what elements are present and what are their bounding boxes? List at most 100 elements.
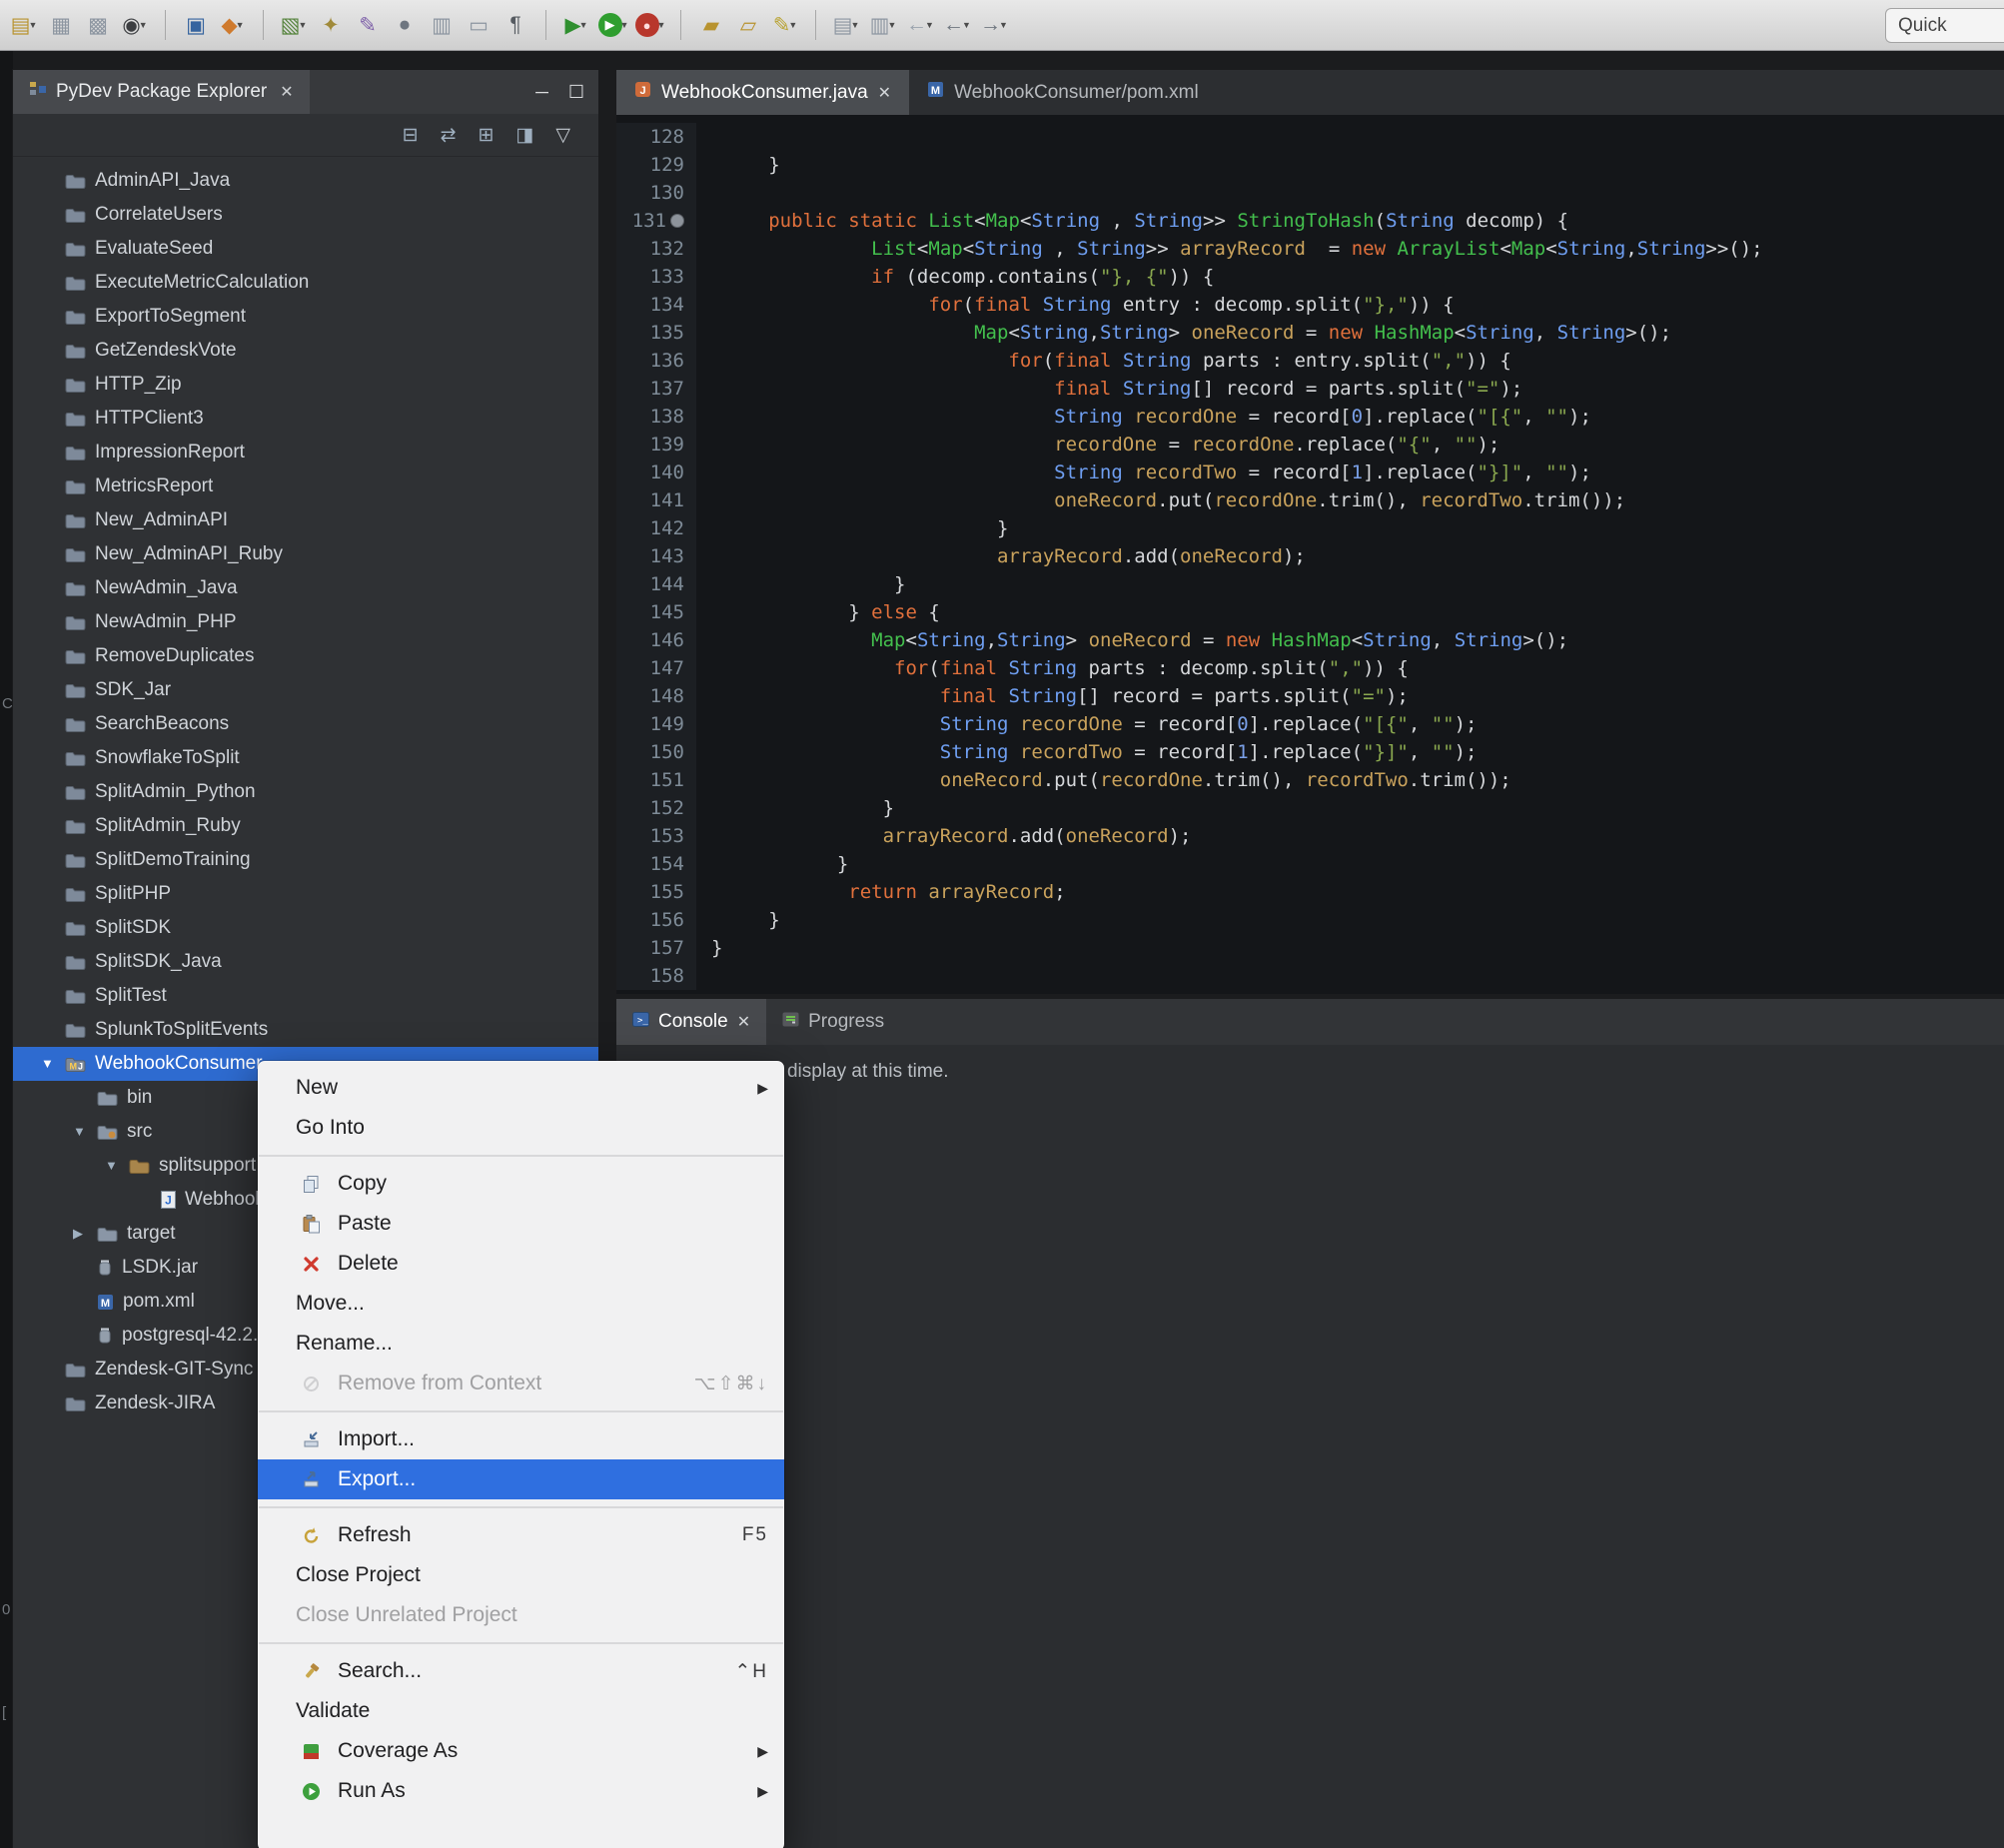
save-all-icon[interactable]: ▩ <box>82 8 114 42</box>
console-view-icon[interactable]: ▣ <box>180 8 212 42</box>
tree-item-new-adminapi[interactable]: New_AdminAPI <box>13 503 598 537</box>
new-wizard-icon[interactable]: ▤▼ <box>8 8 40 42</box>
expanded-arrow-icon[interactable]: ▼ <box>41 1056 54 1071</box>
tab-pydev-package-explorer[interactable]: PyDev Package Explorer ✕ <box>13 70 310 114</box>
menu-item-rename[interactable]: Rename... <box>258 1324 784 1364</box>
tree-item-httpclient3[interactable]: HTTPClient3 <box>13 402 598 436</box>
tree-item-executemetriccalculation[interactable]: ExecuteMetricCalculation <box>13 266 598 300</box>
code-line[interactable]: 135 Map<String,String> oneRecord = new H… <box>616 319 2004 347</box>
save-icon[interactable]: ▦ <box>45 8 77 42</box>
close-icon[interactable]: ✕ <box>878 83 891 103</box>
dropdown-arrow-icon[interactable]: ▼ <box>962 20 971 30</box>
dropdown-arrow-icon[interactable]: ▼ <box>579 20 588 30</box>
tree-item-newadmin-java[interactable]: NewAdmin_Java <box>13 571 598 605</box>
dropdown-arrow-icon[interactable]: ▼ <box>887 20 896 30</box>
menu-item-run-as[interactable]: Run As▶ <box>258 1771 784 1811</box>
menu-item-delete[interactable]: Delete <box>258 1244 784 1284</box>
maven-build-icon[interactable]: ◆▼ <box>217 8 249 42</box>
code-line[interactable]: 132 List<Map<String , String>> arrayReco… <box>616 235 2004 263</box>
dropdown-arrow-icon[interactable]: ▼ <box>925 20 934 30</box>
code-line[interactable]: 143 arrayRecord.add(oneRecord); <box>616 542 2004 570</box>
dropdown-arrow-icon[interactable]: ▼ <box>788 20 797 30</box>
code-line[interactable]: 139 recordOne = recordOne.replace("{", "… <box>616 431 2004 459</box>
tree-item-exporttosegment[interactable]: ExportToSegment <box>13 300 598 334</box>
search-flashlight-icon[interactable]: ✦ <box>315 8 347 42</box>
highlighter-icon[interactable]: ✎▼ <box>769 8 801 42</box>
code-line[interactable]: 136 for(final String parts : entry.split… <box>616 347 2004 375</box>
tree-item-splunktosplitevents[interactable]: SplunkToSplitEvents <box>13 1013 598 1047</box>
menu-item-copy[interactable]: Copy <box>258 1164 784 1204</box>
code-line[interactable]: 130 <box>616 179 2004 207</box>
menu-item-new[interactable]: New▶ <box>258 1068 784 1108</box>
close-icon[interactable]: ✕ <box>280 82 293 102</box>
menu-item-close-project[interactable]: Close Project <box>258 1555 784 1595</box>
code-line[interactable]: 148 final String[] record = parts.split(… <box>616 682 2004 710</box>
tree-item-getzendeskvote[interactable]: GetZendeskVote <box>13 334 598 368</box>
collapsed-arrow-icon[interactable]: ▶ <box>73 1226 83 1242</box>
marker-pen-icon[interactable]: ✎ <box>352 8 384 42</box>
dropdown-arrow-icon[interactable]: ▼ <box>236 20 245 30</box>
tree-item-metricsreport[interactable]: MetricsReport <box>13 469 598 503</box>
code-line[interactable]: 152 } <box>616 794 2004 822</box>
debug-icon[interactable]: ▶▼ <box>560 8 592 42</box>
expand-all-icon[interactable]: ⊞ <box>479 124 495 147</box>
code-line[interactable]: 149 String recordOne = record[0].replace… <box>616 710 2004 738</box>
maximize-icon[interactable]: ☐ <box>568 82 584 103</box>
tab-progress[interactable]: Progress <box>766 999 900 1045</box>
forward-icon[interactable]: →▼ <box>978 8 1010 42</box>
menu-item-paste[interactable]: Paste <box>258 1204 784 1244</box>
menu-item-import[interactable]: Import... <box>258 1419 784 1459</box>
dropdown-arrow-icon[interactable]: ▼ <box>657 20 666 30</box>
code-line[interactable]: 129 } <box>616 151 2004 179</box>
dropdown-arrow-icon[interactable]: ▼ <box>28 20 37 30</box>
tree-item-searchbeacons[interactable]: SearchBeacons <box>13 707 598 741</box>
layers-view-icon[interactable]: ▥▼ <box>867 8 899 42</box>
customize-view-icon[interactable]: ◨ <box>515 124 533 147</box>
tree-item-splitdemotraining[interactable]: SplitDemoTraining <box>13 843 598 877</box>
code-line[interactable]: 128 <box>616 123 2004 151</box>
dropdown-arrow-icon[interactable]: ▼ <box>298 20 307 30</box>
menu-item-search[interactable]: Search...⌃H <box>258 1651 784 1691</box>
tree-item-splitsdk-java[interactable]: SplitSDK_Java <box>13 945 598 979</box>
external-tools-icon[interactable]: ●▼ <box>634 8 666 42</box>
menu-item-export[interactable]: Export... <box>258 1459 784 1499</box>
compare-view-icon[interactable]: ▥ <box>426 8 458 42</box>
code-line[interactable]: 156 } <box>616 906 2004 934</box>
code-line[interactable]: 155 return arrayRecord; <box>616 878 2004 906</box>
tree-item-snowflaketosplit[interactable]: SnowflakeToSplit <box>13 741 598 775</box>
pilcrow-icon[interactable]: ¶ <box>500 8 531 42</box>
tree-item-splitphp[interactable]: SplitPHP <box>13 877 598 911</box>
code-line[interactable]: 133 if (decomp.contains("}, {")) { <box>616 263 2004 291</box>
user-profile-icon[interactable]: ◉▼ <box>119 8 151 42</box>
code-line[interactable]: 138 String recordOne = record[0].replace… <box>616 403 2004 431</box>
dropdown-arrow-icon[interactable]: ▼ <box>999 20 1008 30</box>
tree-item-splittest[interactable]: SplitTest <box>13 979 598 1013</box>
code-line[interactable]: 151 oneRecord.put(recordOne.trim(), reco… <box>616 766 2004 794</box>
code-line[interactable]: 157} <box>616 934 2004 962</box>
code-line[interactable]: 142 } <box>616 514 2004 542</box>
open-project-icon[interactable]: ▰ <box>695 8 727 42</box>
code-line[interactable]: 147 for(final String parts : decomp.spli… <box>616 654 2004 682</box>
code-line[interactable]: 134 for(final String entry : decomp.spli… <box>616 291 2004 319</box>
tree-item-splitadmin-ruby[interactable]: SplitAdmin_Ruby <box>13 809 598 843</box>
new-package-icon[interactable]: ▧▼ <box>278 8 310 42</box>
code-line[interactable]: 145 } else { <box>616 598 2004 626</box>
tab-console[interactable]: >_ Console ✕ <box>616 999 766 1045</box>
tree-item-splitsdk[interactable]: SplitSDK <box>13 911 598 945</box>
quick-access-field[interactable]: Quick <box>1885 8 2004 43</box>
view-menu-icon[interactable]: ▽ <box>555 124 570 147</box>
tree-item-splitadmin-python[interactable]: SplitAdmin_Python <box>13 775 598 809</box>
prev-edit-icon[interactable]: ←▼ <box>904 8 936 42</box>
sort-view-icon[interactable]: ▤▼ <box>830 8 862 42</box>
code-line[interactable]: 154 } <box>616 850 2004 878</box>
tree-item-adminapi-java[interactable]: AdminAPI_Java <box>13 164 598 198</box>
code-line[interactable]: 131 public static List<Map<String , Stri… <box>616 207 2004 235</box>
dropdown-arrow-icon[interactable]: ▼ <box>139 20 148 30</box>
tree-item-impressionreport[interactable]: ImpressionReport <box>13 436 598 469</box>
menu-item-refresh[interactable]: RefreshF5 <box>258 1515 784 1555</box>
document-icon[interactable]: ▭ <box>463 8 495 42</box>
minimize-icon[interactable]: ─ <box>535 82 548 103</box>
tree-item-correlateusers[interactable]: CorrelateUsers <box>13 198 598 232</box>
code-line[interactable]: 153 arrayRecord.add(oneRecord); <box>616 822 2004 850</box>
tree-item-removeduplicates[interactable]: RemoveDuplicates <box>13 639 598 673</box>
